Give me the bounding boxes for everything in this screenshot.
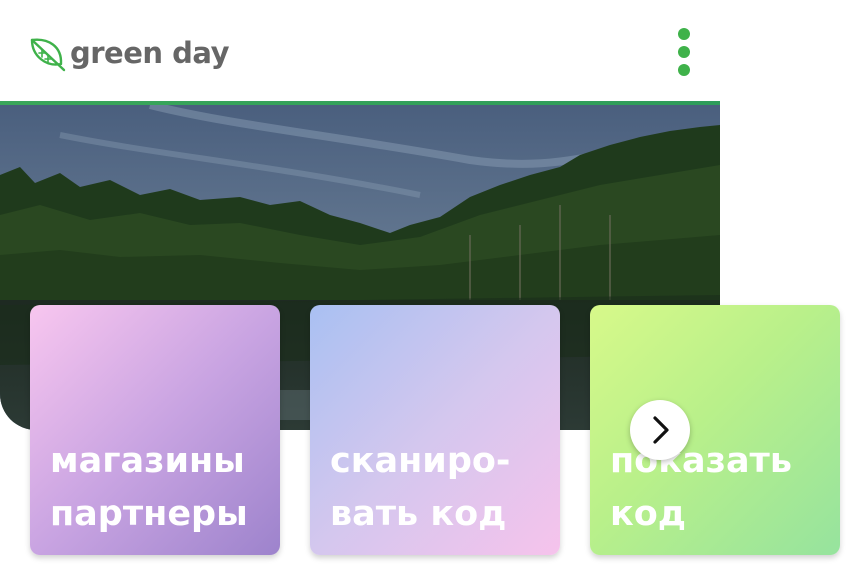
chevron-right-icon	[653, 416, 669, 444]
more-menu-button[interactable]	[670, 28, 698, 76]
menu-dot	[678, 46, 690, 58]
partner-stores-tile[interactable]: магазины партнеры	[30, 305, 280, 555]
app-header: green day	[0, 0, 720, 101]
logo-text: green day	[70, 36, 229, 70]
logo[interactable]: green day	[28, 34, 229, 72]
tile-label: сканиро- вать код	[330, 441, 511, 534]
app-screen: green day магазины партнеры сканиро- ват…	[0, 0, 855, 575]
menu-dot	[678, 64, 690, 76]
tile-label: магазины партнеры	[50, 441, 248, 534]
vertical-dots-icon	[678, 28, 690, 40]
carousel-next-button[interactable]	[630, 400, 690, 460]
show-code-tile[interactable]: показать код	[590, 305, 840, 555]
scan-code-tile[interactable]: сканиро- вать код	[310, 305, 560, 555]
leaf-icon	[30, 38, 66, 72]
